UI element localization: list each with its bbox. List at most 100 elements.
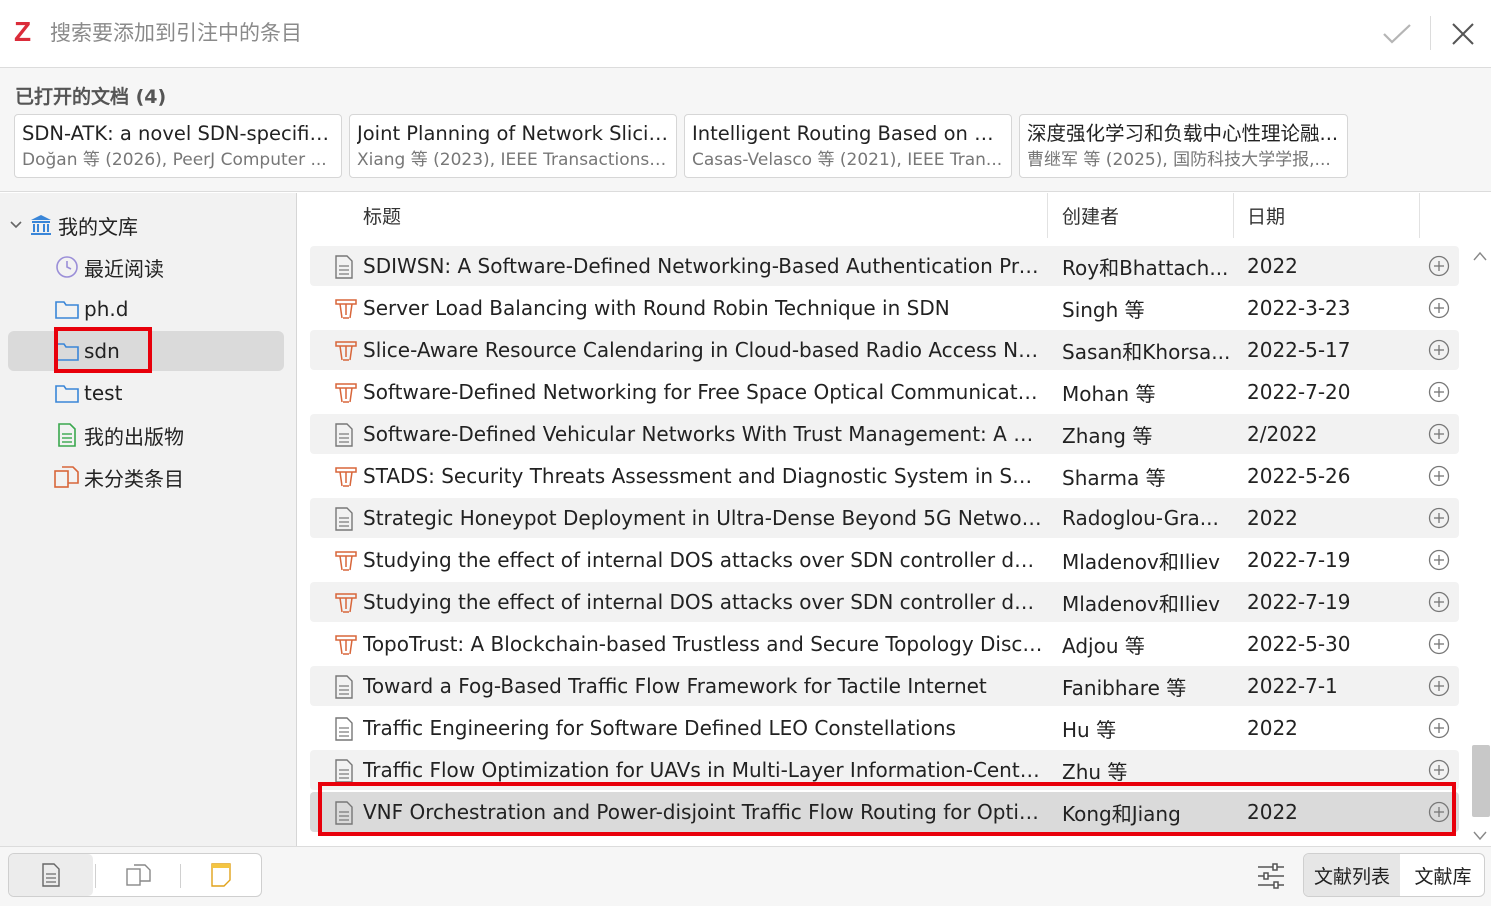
table-row[interactable]: Strategic Honeypot Deployment in Ultra-D… <box>310 498 1459 538</box>
table-row[interactable]: Toward a Fog-Based Traffic Flow Framewor… <box>310 666 1459 706</box>
add-citation-icon[interactable] <box>1428 507 1450 529</box>
row-creator: Fanibhare 等 <box>1062 675 1187 700</box>
settings-button[interactable] <box>1252 857 1290 895</box>
close-button[interactable] <box>1443 14 1483 54</box>
column-header-date[interactable]: 日期 <box>1234 193 1420 238</box>
add-citation-icon[interactable] <box>1428 549 1450 571</box>
scroll-up-icon[interactable] <box>1473 246 1487 265</box>
add-citation-icon[interactable] <box>1428 675 1450 697</box>
mode-toggle-group: 文献列表 文献库 <box>1303 853 1485 897</box>
row-title: Studying the effect of internal DOS atta… <box>363 590 1043 614</box>
sidebar-item-unfiled[interactable]: 未分类条目 <box>8 457 284 497</box>
unfiled-icon <box>54 464 80 490</box>
row-title: SDIWSN: A Software-Defined Networking-Ba… <box>363 254 1043 278</box>
add-citation-icon[interactable] <box>1428 465 1450 487</box>
add-citation-icon[interactable] <box>1428 255 1450 277</box>
attachment-icon <box>126 864 151 886</box>
journal-article-icon <box>334 507 358 531</box>
library-icon <box>28 212 54 238</box>
sidebar-item-test[interactable]: test <box>8 373 284 413</box>
add-citation-icon[interactable] <box>1428 423 1450 445</box>
row-title: Studying the effect of internal DOS atta… <box>363 548 1043 572</box>
column-header-title[interactable]: 标题 <box>298 193 1048 238</box>
sliders-icon <box>1258 863 1284 889</box>
row-creator: Mladenov和Iliev <box>1062 549 1220 574</box>
add-citation-icon[interactable] <box>1428 339 1450 361</box>
add-citation-icon[interactable] <box>1428 717 1450 739</box>
row-creator: Zhu 等 <box>1062 759 1128 784</box>
table-row[interactable]: Server Load Balancing with Round Robin T… <box>310 288 1459 328</box>
item-view-button[interactable] <box>9 854 93 896</box>
journal-article-icon <box>334 801 358 825</box>
folder-icon <box>54 380 80 406</box>
sidebar-item-label: 我的文库 <box>58 214 138 239</box>
conference-paper-icon <box>334 381 358 405</box>
zotero-logo: Z <box>14 16 32 47</box>
sidebar-item-my-publications[interactable]: 我的出版物 <box>8 415 284 455</box>
row-date: 2022-7-1 <box>1247 674 1338 698</box>
open-document-card[interactable]: 深度强化学习和负载中心性理论融... 曹继军 等 (2025), 国防科技大学学… <box>1019 114 1348 178</box>
open-document-subtitle: Casas-Velasco 等 (2021), IEEE Tran... <box>692 150 1003 170</box>
row-creator: Mohan 等 <box>1062 381 1156 406</box>
table-row[interactable]: Software-Defined Vehicular Networks With… <box>310 414 1459 454</box>
sidebar-item-recent[interactable]: 最近阅读 <box>8 247 284 287</box>
row-creator: Zhang 等 <box>1062 423 1153 448</box>
sidebar-item-label: ph.d <box>84 297 129 321</box>
scrollbar-thumb[interactable] <box>1472 745 1490 817</box>
row-date: 2022 <box>1247 800 1298 824</box>
library-mode-button[interactable]: 文献库 <box>1400 854 1484 896</box>
row-date: 2022-3-23 <box>1247 296 1351 320</box>
row-date: 2022-5-17 <box>1247 338 1351 362</box>
sidebar-item-sdn[interactable]: sdn <box>8 331 284 371</box>
table-row[interactable]: SDIWSN: A Software-Defined Networking-Ba… <box>310 246 1459 286</box>
table-row[interactable]: Studying the effect of internal DOS atta… <box>310 540 1459 580</box>
open-document-title: Joint Planning of Network Slicin... <box>357 122 669 145</box>
sidebar-item-my-library[interactable]: 我的文库 <box>10 205 286 245</box>
confirm-button[interactable] <box>1377 14 1417 54</box>
chevron-down-icon[interactable] <box>10 221 28 229</box>
row-creator: Adjou 等 <box>1062 633 1145 658</box>
table-row[interactable]: Studying the effect of internal DOS atta… <box>310 582 1459 622</box>
add-citation-icon[interactable] <box>1428 297 1450 319</box>
row-date: 2022 <box>1247 254 1298 278</box>
table-row[interactable]: Traffic Flow Optimization for UAVs in Mu… <box>310 750 1459 790</box>
note-view-button[interactable] <box>181 854 261 896</box>
row-title: Traffic Flow Optimization for UAVs in Mu… <box>363 758 1043 782</box>
row-creator: Roy和Bhattach... <box>1062 255 1229 280</box>
add-citation-icon[interactable] <box>1428 633 1450 655</box>
divider <box>95 864 96 888</box>
column-header-creator[interactable]: 创建者 <box>1048 193 1234 238</box>
row-title: Software-Defined Vehicular Networks With… <box>363 422 1043 446</box>
divider <box>1430 16 1431 50</box>
bibliography-mode-button[interactable]: 文献列表 <box>1304 854 1400 896</box>
open-document-card[interactable]: Intelligent Routing Based on Re... Casas… <box>684 114 1012 178</box>
search-input[interactable] <box>50 14 1350 52</box>
conference-paper-icon <box>334 591 358 615</box>
column-header-label: 日期 <box>1247 206 1286 228</box>
open-documents-panel: 已打开的文档 (4) SDN-ATK: a novel SDN-specific… <box>0 68 1491 192</box>
open-documents-heading: 已打开的文档 (4) <box>15 86 167 108</box>
row-creator: Mladenov和Iliev <box>1062 591 1220 616</box>
document-icon <box>54 422 80 448</box>
row-title: Toward a Fog-Based Traffic Flow Framewor… <box>363 674 987 698</box>
table-row[interactable]: Software-Defined Networking for Free Spa… <box>310 372 1459 412</box>
column-header-label: 标题 <box>363 206 402 228</box>
add-citation-icon[interactable] <box>1428 591 1450 613</box>
open-document-card[interactable]: Joint Planning of Network Slicin... Xian… <box>349 114 677 178</box>
table-row[interactable]: VNF Orchestration and Power-disjoint Tra… <box>310 792 1459 832</box>
items-list: 标题 创建者 日期 SDIWSN: A Software-Defined Net… <box>298 193 1491 846</box>
attachment-view-button[interactable] <box>97 854 181 896</box>
row-date: 2022 <box>1247 716 1298 740</box>
table-row[interactable]: TopoTrust: A Blockchain-based Trustless … <box>310 624 1459 664</box>
sidebar-item-phd[interactable]: ph.d <box>8 289 284 329</box>
open-document-card[interactable]: SDN-ATK: a novel SDN-specific ... Doğan … <box>14 114 342 178</box>
add-citation-icon[interactable] <box>1428 801 1450 823</box>
table-row[interactable]: Slice-Aware Resource Calendaring in Clou… <box>310 330 1459 370</box>
document-icon <box>42 863 60 887</box>
add-citation-icon[interactable] <box>1428 759 1450 781</box>
scroll-down-icon[interactable] <box>1473 826 1487 845</box>
table-row[interactable]: Traffic Engineering for Software Defined… <box>310 708 1459 748</box>
add-citation-icon[interactable] <box>1428 381 1450 403</box>
table-row[interactable]: STADS: Security Threats Assessment and D… <box>310 456 1459 496</box>
sidebar-item-label: test <box>84 381 123 405</box>
